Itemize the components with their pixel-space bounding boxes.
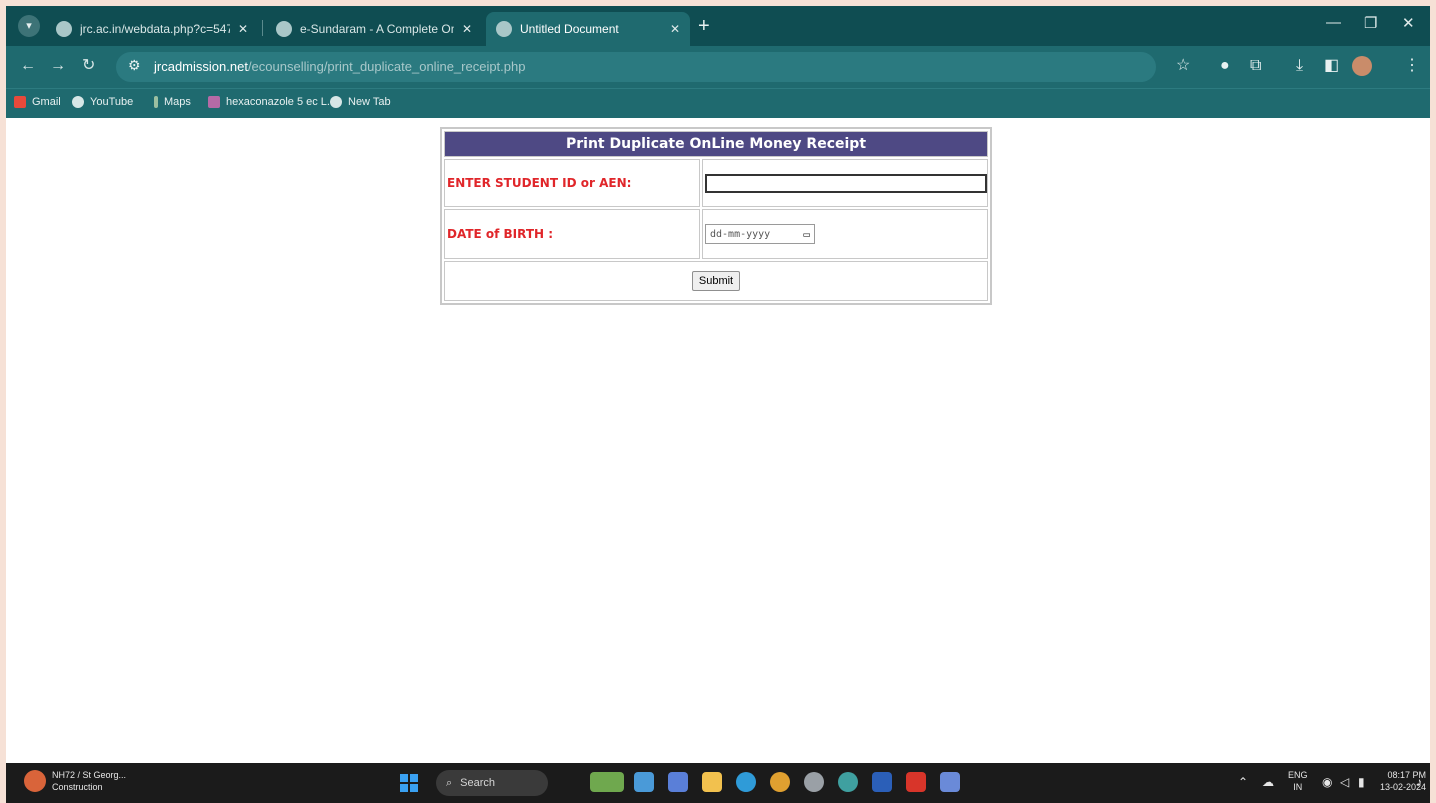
close-icon[interactable]: ✕ — [462, 22, 472, 36]
bookmark-maps[interactable]: Maps — [154, 96, 191, 108]
restore-icon[interactable]: ❐ — [1364, 14, 1377, 32]
bookmark-new-tab[interactable]: New Tab — [330, 96, 391, 108]
tab-e-sundaram[interactable]: e-Sundaram - A Complete Onl ✕ — [266, 12, 482, 46]
chrome-icon[interactable] — [770, 772, 790, 792]
bookmark-label: Gmail — [32, 96, 61, 108]
minimize-icon[interactable]: — — [1326, 14, 1341, 31]
bookmark-label: hexaconazole 5 ec L... — [226, 96, 337, 108]
weather-condition: Construction — [52, 782, 103, 792]
url-path: /ecounselling/print_duplicate_online_rec… — [247, 59, 526, 74]
bookmark-hexaconazole[interactable]: hexaconazole 5 ec L... — [208, 96, 336, 108]
pdf-reader-icon[interactable] — [906, 772, 926, 792]
bookmark-star-icon[interactable]: ☆ — [1176, 56, 1190, 76]
close-icon[interactable]: ✕ — [670, 22, 680, 36]
dob-label: DATE of BIRTH : — [444, 209, 700, 259]
weather-icon — [24, 770, 46, 792]
globe-icon — [72, 96, 84, 108]
browser-tab-strip: ▾ jrc.ac.in/webdata.php?c=5478/ ✕ e-Sund… — [6, 6, 1430, 46]
bookmark-label: YouTube — [90, 96, 134, 108]
language-indicator[interactable]: ENG IN — [1288, 769, 1308, 793]
settings-icon[interactable] — [804, 772, 824, 792]
file-explorer-icon[interactable] — [702, 772, 722, 792]
profile-avatar[interactable] — [1352, 56, 1372, 76]
copilot-icon[interactable] — [634, 772, 654, 792]
url-text[interactable]: jrcadmission.net/ecounselling/print_dupl… — [154, 59, 525, 74]
taskbar-search[interactable]: ⌕ Search — [436, 770, 548, 796]
screen: ▾ jrc.ac.in/webdata.php?c=5478/ ✕ e-Sund… — [6, 6, 1430, 803]
reload-icon[interactable]: ↻ — [82, 56, 95, 76]
student-id-input[interactable] — [705, 173, 987, 193]
language-code: ENG — [1288, 770, 1308, 780]
onedrive-icon[interactable]: ☁ — [1262, 775, 1274, 789]
windows-taskbar: NH72 / St Georg... Construction ⌕ Search… — [6, 763, 1430, 803]
bookmark-youtube[interactable]: YouTube — [72, 96, 133, 108]
battery-icon[interactable]: ▮ — [1358, 775, 1365, 789]
tab-title: e-Sundaram - A Complete Onl — [300, 22, 454, 36]
globe-icon — [276, 21, 292, 37]
windows-start-icon[interactable] — [400, 774, 418, 792]
page-content: Print Duplicate OnLine Money Receipt ENT… — [6, 118, 1430, 763]
close-icon[interactable]: ✕ — [238, 22, 248, 36]
widgets-icon[interactable] — [590, 772, 624, 792]
tab-jrc-webdata[interactable]: jrc.ac.in/webdata.php?c=5478/ ✕ — [46, 12, 258, 46]
calendar-icon[interactable]: ▭ — [803, 228, 810, 241]
dob-cell: dd-mm-yyyy ▭ — [702, 209, 988, 259]
weather-location: NH72 / St Georg... — [52, 770, 127, 780]
submit-button[interactable]: Submit — [691, 271, 741, 291]
task-view-icon[interactable] — [668, 772, 688, 792]
address-bar[interactable]: ⚙ jrcadmission.net/ecounselling/print_du… — [116, 52, 1156, 82]
whatsapp-icon[interactable] — [838, 772, 858, 792]
notification-bell-icon[interactable]: ♪ — [1416, 775, 1422, 789]
taskbar-search-label: Search — [460, 777, 496, 789]
new-tab-icon[interactable]: + — [698, 16, 710, 36]
dob-date-input[interactable]: dd-mm-yyyy ▭ — [705, 224, 815, 245]
side-panel-icon[interactable]: ◧ — [1324, 56, 1339, 76]
bookmarks-bar: Gmail YouTube Maps hexaconazole 5 ec L..… — [6, 88, 1430, 118]
bookmark-label: Maps — [164, 96, 191, 108]
forward-icon[interactable]: → — [50, 56, 66, 76]
maps-icon — [154, 96, 158, 108]
edge-icon[interactable] — [736, 772, 756, 792]
globe-icon — [496, 21, 512, 37]
volume-icon[interactable]: ◁ — [1340, 775, 1349, 789]
dob-placeholder: dd-mm-yyyy — [710, 228, 771, 240]
back-icon[interactable]: ← — [20, 56, 36, 76]
tab-separator — [262, 20, 263, 36]
tab-title: jrc.ac.in/webdata.php?c=5478/ — [80, 22, 230, 36]
region-code: IN — [1293, 782, 1303, 792]
site-info-icon[interactable]: ⚙ — [128, 57, 141, 74]
download-icon[interactable]: ⤓ — [1296, 56, 1303, 76]
bookmark-label: New Tab — [348, 96, 391, 108]
bookmark-gmail[interactable]: Gmail — [14, 96, 61, 108]
chevron-up-icon[interactable]: ⌃ — [1238, 775, 1248, 789]
url-host: jrcadmission.net — [154, 59, 248, 74]
form-title: Print Duplicate OnLine Money Receipt — [444, 131, 988, 157]
tab-title: Untitled Document — [520, 22, 619, 36]
student-id-cell — [702, 159, 988, 207]
globe-icon — [56, 21, 72, 37]
page-icon — [208, 96, 220, 108]
browser-toolbar: ← → ↻ ⚙ jrcadmission.net/ecounselling/pr… — [6, 46, 1430, 88]
globe-icon — [330, 96, 342, 108]
search-icon: ⌕ — [446, 776, 453, 789]
tab-search-icon[interactable]: ▾ — [18, 15, 40, 37]
submit-cell: Submit — [444, 261, 988, 301]
extension-icon[interactable]: ● — [1220, 56, 1230, 76]
receipt-form-table: Print Duplicate OnLine Money Receipt ENT… — [440, 127, 992, 305]
weather-widget[interactable]: NH72 / St Georg... Construction — [24, 769, 126, 793]
app-icon[interactable] — [940, 772, 960, 792]
window-close-icon[interactable]: ✕ — [1402, 14, 1415, 32]
word-icon[interactable] — [872, 772, 892, 792]
tab-untitled-document[interactable]: Untitled Document ✕ — [486, 12, 690, 46]
menu-kebab-icon[interactable]: ⋮ — [1404, 56, 1420, 76]
extensions-puzzle-icon[interactable]: ⧉ — [1250, 56, 1261, 76]
student-id-label: ENTER STUDENT ID or AEN: — [444, 159, 700, 207]
gmail-icon — [14, 96, 26, 108]
wifi-icon[interactable]: ◉ — [1322, 775, 1332, 789]
